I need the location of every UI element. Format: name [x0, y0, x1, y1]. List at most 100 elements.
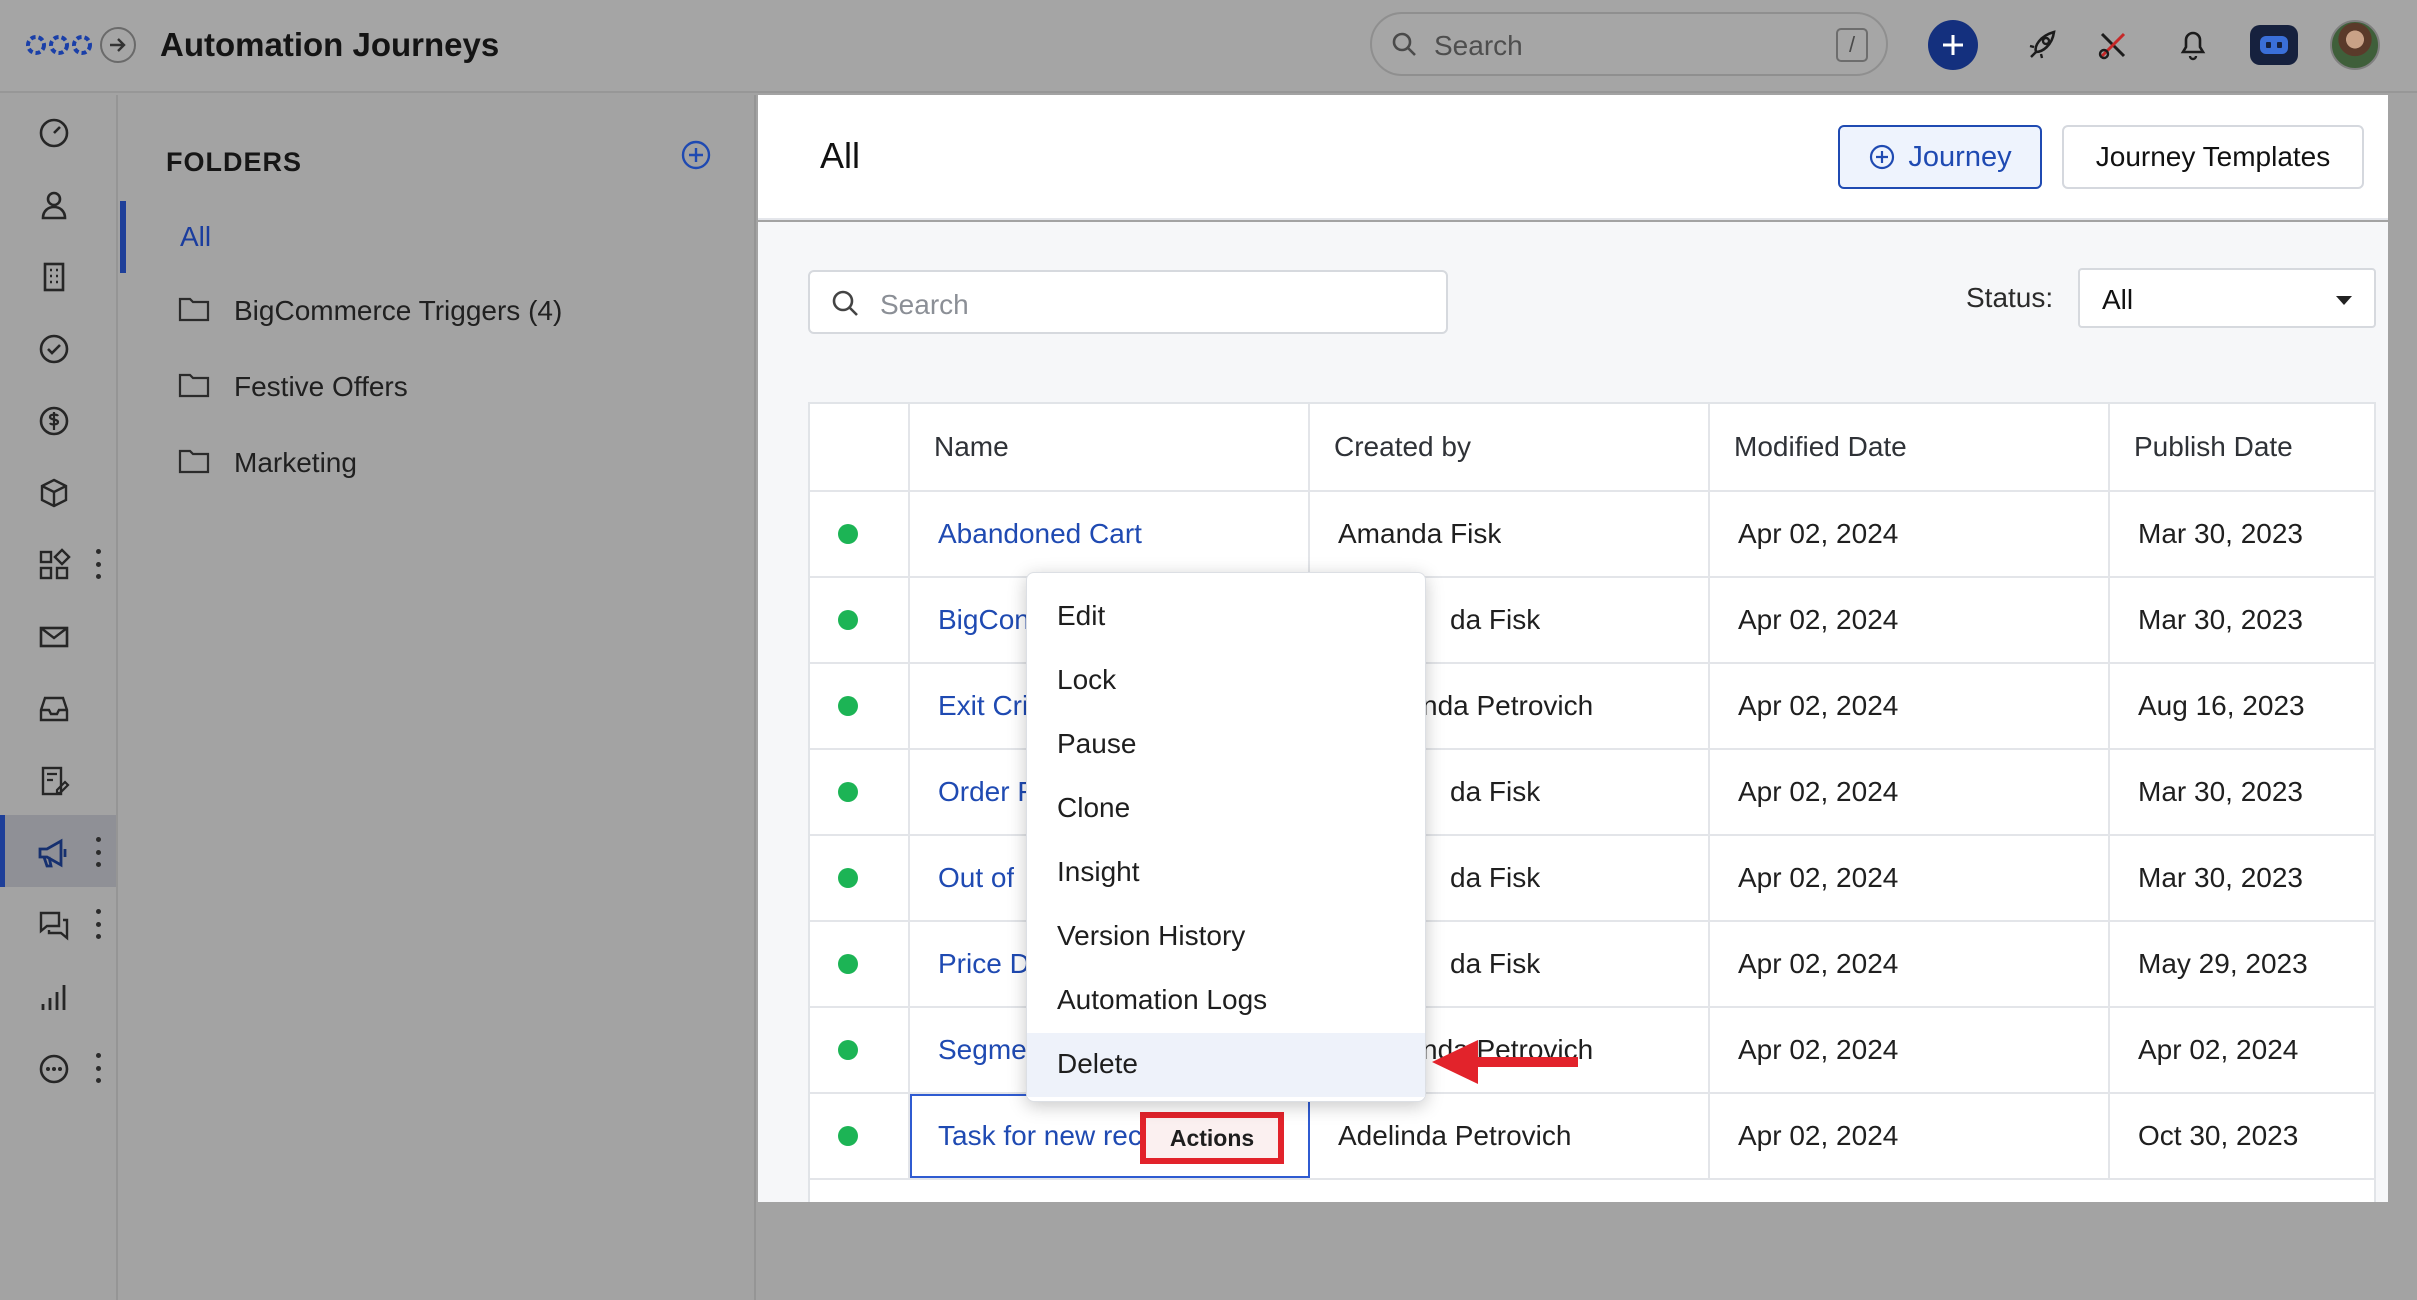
dollar-circle-icon	[36, 403, 72, 439]
modified-date: Apr 02, 2024	[1738, 776, 1899, 807]
search-shortcut-key: /	[1836, 28, 1868, 62]
nav-more[interactable]	[0, 1031, 116, 1103]
journey-search-placeholder: Search	[880, 289, 969, 320]
journey-name-link[interactable]: Abandoned Cart	[938, 518, 1142, 550]
building-icon	[36, 259, 72, 295]
bell-icon[interactable]	[2172, 24, 2214, 66]
status-active-dot	[838, 696, 858, 716]
plus-circle-icon	[681, 140, 711, 170]
menu-item-automation-logs[interactable]: Automation Logs	[1027, 969, 1425, 1033]
created-by: da Fisk	[1450, 776, 1541, 807]
nav-conversations[interactable]	[0, 887, 116, 959]
nav-contacts[interactable]	[0, 167, 116, 239]
app-logo-icon[interactable]	[26, 30, 92, 60]
modified-date: Apr 02, 2024	[1738, 690, 1899, 721]
inbox-icon	[36, 691, 72, 727]
expand-sidebar-button[interactable]	[100, 27, 136, 63]
more-options-icon[interactable]	[94, 549, 102, 579]
folder-icon	[178, 297, 210, 322]
status-active-dot	[838, 782, 858, 802]
journey-name-link[interactable]: Task for new rec	[938, 1120, 1142, 1152]
journey-name-link[interactable]: Out of	[938, 862, 1014, 894]
arrow-right-icon	[110, 38, 126, 52]
folder-item[interactable]: BigCommerce Triggers (4)	[120, 281, 756, 341]
more-options-icon[interactable]	[94, 837, 102, 867]
journey-name-link[interactable]: Exit Cri	[938, 690, 1028, 722]
journey-name-link[interactable]: Order F	[938, 776, 1034, 808]
created-by: Adelinda Petrovich	[1338, 1120, 1572, 1151]
header-created-by[interactable]: Created by	[1310, 404, 1710, 490]
user-avatar[interactable]	[2330, 20, 2380, 70]
folder-label: BigCommerce Triggers (4)	[234, 295, 563, 326]
global-search-input[interactable]: Search /	[1370, 12, 1888, 76]
bot-assistant-icon[interactable]	[2250, 25, 2298, 65]
created-by: nda Petrovich	[1422, 690, 1594, 721]
nav-inbox[interactable]	[0, 671, 116, 743]
row-actions-button[interactable]: Actions	[1140, 1112, 1284, 1164]
header-name[interactable]: Name	[910, 404, 1310, 490]
journey-name-link[interactable]: BigCon	[938, 604, 1030, 636]
nav-products[interactable]	[0, 455, 116, 527]
menu-item-clone[interactable]: Clone	[1027, 777, 1425, 841]
caret-down-icon	[2336, 296, 2352, 305]
bar-chart-icon	[36, 979, 72, 1015]
menu-item-edit[interactable]: Edit	[1027, 585, 1425, 649]
more-options-icon[interactable]	[94, 1053, 102, 1083]
folder-item[interactable]: Marketing	[120, 433, 756, 493]
status-active-dot	[838, 1126, 858, 1146]
created-by: da Fisk	[1450, 604, 1541, 635]
plus-icon	[1943, 35, 1963, 55]
nav-reports[interactable]	[0, 959, 116, 1031]
journey-name-link[interactable]: Price D	[938, 948, 1030, 980]
nav-marketing[interactable]	[0, 815, 116, 887]
nav-dashboard[interactable]	[0, 95, 116, 167]
tools-icon[interactable]	[2092, 24, 2134, 66]
folders-title: FOLDERS	[166, 147, 303, 177]
menu-item-delete[interactable]: Delete	[1027, 1033, 1425, 1097]
folder-all[interactable]: All	[120, 201, 756, 273]
page-title: All	[820, 135, 861, 176]
box-icon	[36, 475, 72, 511]
selected-name-cell[interactable]: Task for new rec Actions	[910, 1094, 1310, 1178]
folder-item[interactable]: Festive Offers	[120, 357, 756, 417]
publish-date: Mar 30, 2023	[2138, 776, 2303, 807]
nav-deals[interactable]	[0, 383, 116, 455]
table-row[interactable]: Abandoned Cart Amanda Fisk Apr 02, 2024 …	[810, 492, 2376, 578]
menu-item-pause[interactable]: Pause	[1027, 713, 1425, 777]
journey-search-input[interactable]: Search	[808, 270, 1448, 334]
header-status	[810, 404, 910, 490]
modified-date: Apr 02, 2024	[1738, 518, 1899, 549]
header-publish-date[interactable]: Publish Date	[2110, 404, 2376, 490]
created-by: Amanda Fisk	[1338, 518, 1502, 549]
folder-label: Marketing	[234, 447, 357, 478]
menu-item-insight[interactable]: Insight	[1027, 841, 1425, 905]
menu-item-lock[interactable]: Lock	[1027, 649, 1425, 713]
add-folder-button[interactable]	[680, 139, 712, 176]
check-circle-icon	[36, 331, 72, 367]
menu-item-version-history[interactable]: Version History	[1027, 905, 1425, 969]
status-active-dot	[838, 1040, 858, 1060]
publish-date: Mar 30, 2023	[2138, 604, 2303, 635]
modified-date: Apr 02, 2024	[1738, 862, 1899, 893]
create-journey-label: Journey	[1908, 140, 2012, 173]
nav-tasks[interactable]	[0, 311, 116, 383]
table-row[interactable]: Task for new rec Actions Adelinda Petrov…	[810, 1094, 2376, 1180]
row-actions-menu: Edit Lock Pause Clone Insight Version Hi…	[1026, 572, 1426, 1102]
modified-date: Apr 02, 2024	[1738, 1120, 1899, 1151]
create-journey-button[interactable]: Journey	[1838, 125, 2042, 189]
megaphone-icon	[36, 835, 72, 871]
nav-forms[interactable]	[0, 743, 116, 815]
modified-date: Apr 02, 2024	[1738, 1034, 1899, 1065]
status-filter-select[interactable]: All	[2078, 268, 2376, 328]
nav-email[interactable]	[0, 599, 116, 671]
rocket-icon[interactable]	[2022, 24, 2064, 66]
header-modified-date[interactable]: Modified Date	[1710, 404, 2110, 490]
search-icon	[832, 290, 858, 316]
nav-companies[interactable]	[0, 239, 116, 311]
nav-apps[interactable]	[0, 527, 116, 599]
quick-create-button[interactable]	[1928, 20, 1978, 70]
journey-name-link[interactable]: Segme	[938, 1034, 1027, 1066]
journey-templates-button[interactable]: Journey Templates	[2062, 125, 2364, 189]
more-options-icon[interactable]	[94, 909, 102, 939]
main-panel: All Journey Journey Templates Search Sta…	[758, 95, 2417, 1300]
